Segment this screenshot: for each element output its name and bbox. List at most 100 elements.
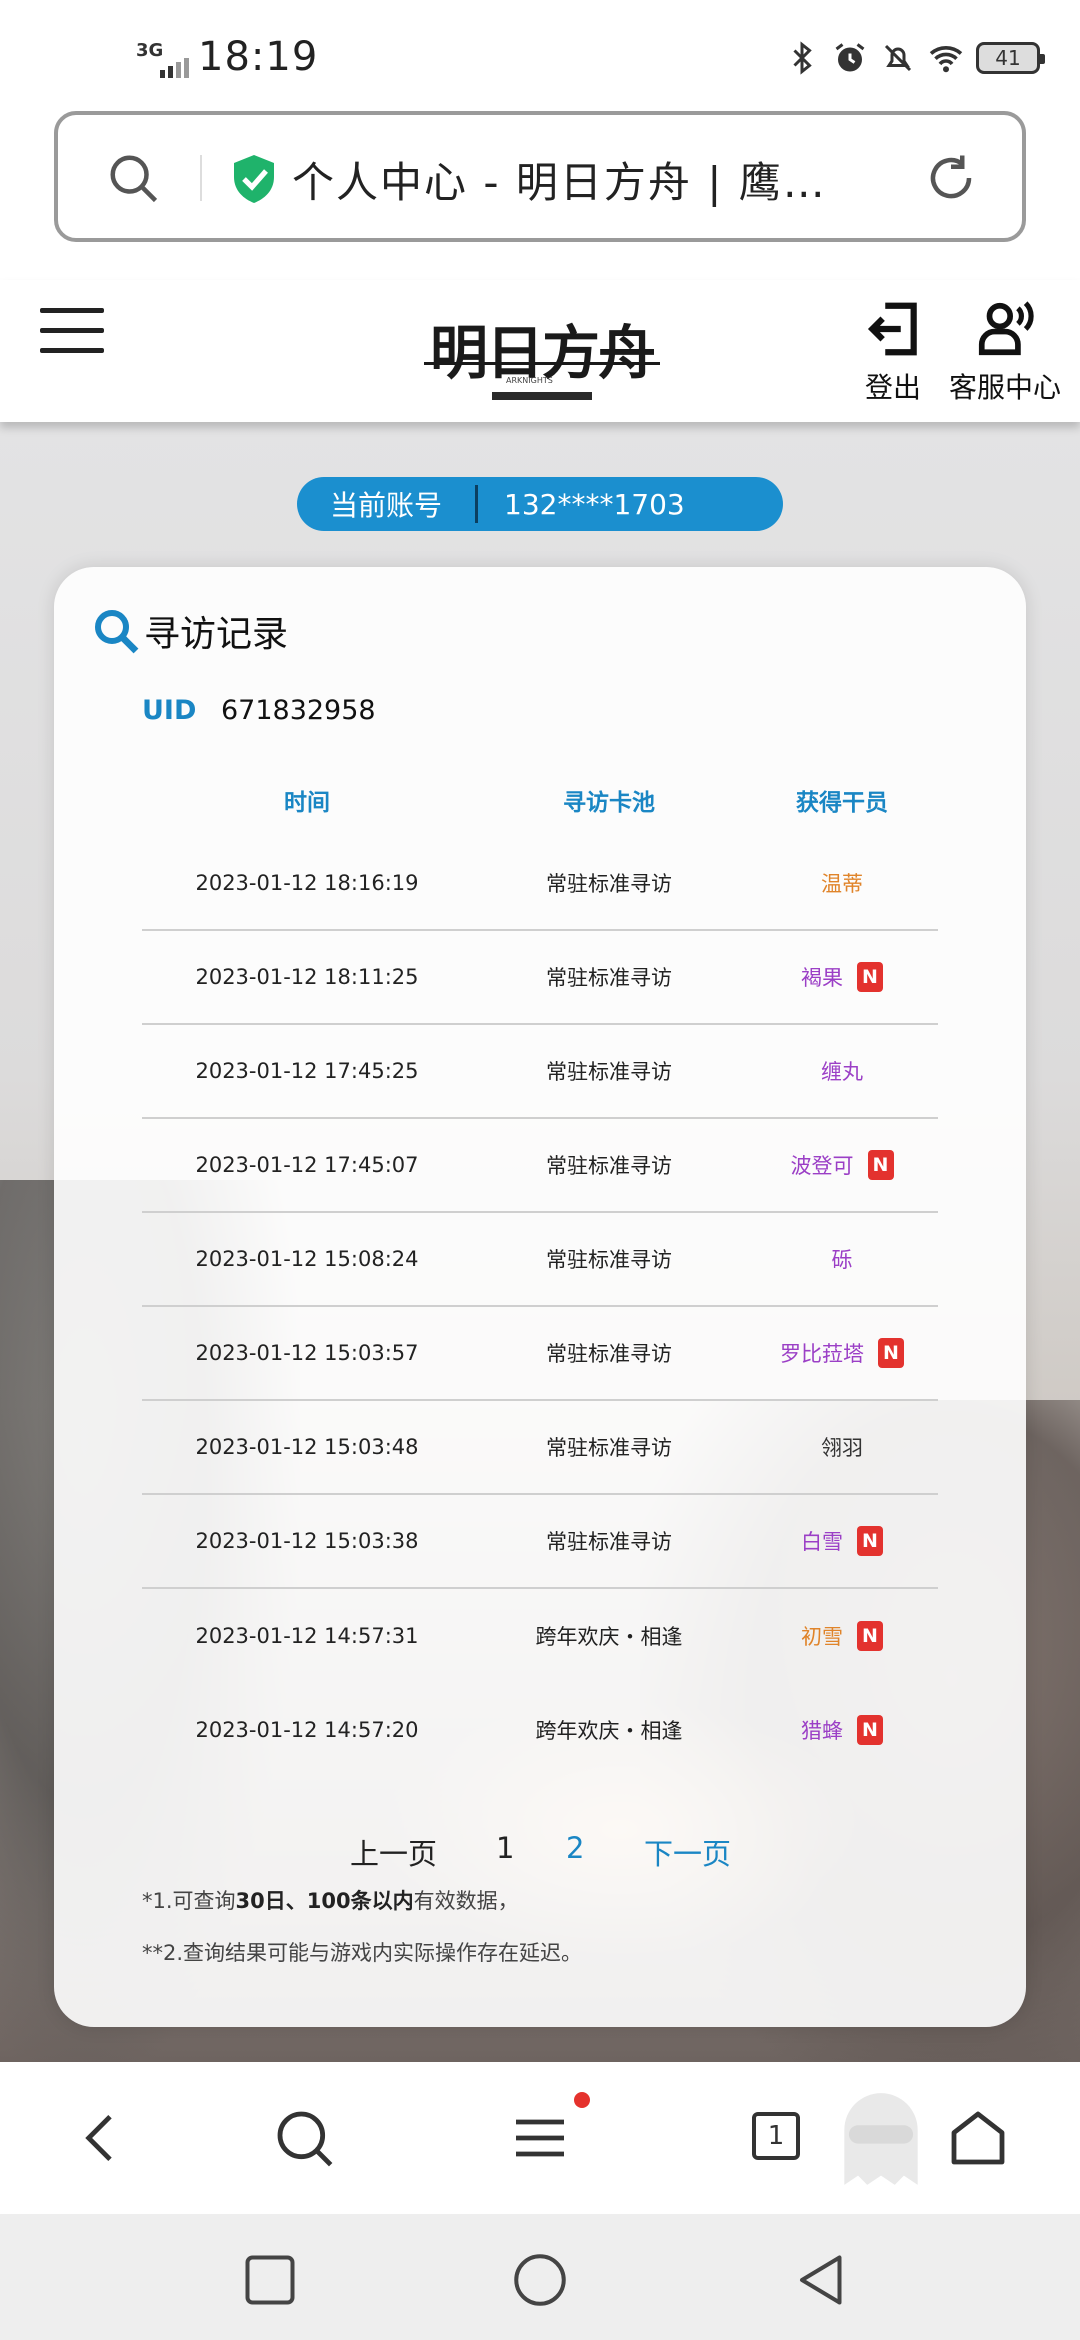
battery-level: 41: [995, 46, 1021, 70]
row-time: 2023-01-12 15:03:48: [195, 1435, 419, 1459]
row-operator-cell: 白雪 N: [746, 1526, 938, 1556]
signal-icon: [160, 58, 189, 78]
search-icon[interactable]: [272, 2106, 336, 2170]
mute-icon: [884, 44, 912, 72]
table-body: 2023-01-12 18:16:19 常驻标准寻访 温蒂 2023-01-12 1…: [142, 837, 938, 1777]
row-time: 2023-01-12 15:03:38: [195, 1529, 419, 1553]
row-pool: 常驻标准寻访: [546, 1530, 672, 1554]
tabs-button[interactable]: 1: [752, 2112, 800, 2160]
home-icon[interactable]: [946, 2106, 1010, 2170]
pagination: 上一页 1 2 下一页: [54, 1821, 1026, 1877]
wifi-icon: [929, 46, 963, 73]
operator-name: 猎蜂: [801, 1719, 843, 1743]
table-row: 2023-01-12 18:11:25 常驻标准寻访 褐果 N: [142, 931, 938, 1025]
row-operator-cell: 猎蜂 N: [746, 1715, 938, 1745]
row-time: 2023-01-12 17:45:07: [195, 1153, 419, 1177]
back-icon[interactable]: [70, 2106, 134, 2170]
logout-button[interactable]: 登出: [862, 298, 924, 406]
row-time: 2023-01-12 15:08:24: [195, 1247, 419, 1271]
row-pool: 常驻标准寻访: [546, 1060, 672, 1084]
page-title[interactable]: 个人中心 - 明日方舟 | 鹰…: [292, 149, 827, 210]
account-label: 当前账号: [329, 489, 442, 522]
table-row: 2023-01-12 14:57:31 跨年欢庆・相逢 初雪 N: [142, 1589, 938, 1683]
system-nav-bar: [0, 2214, 1080, 2340]
logo-subtext: ARKNIGHTS: [506, 376, 553, 385]
reload-icon[interactable]: [924, 151, 978, 205]
row-time: 2023-01-12 15:03:57: [195, 1341, 419, 1365]
card-title: 寻访记录: [92, 605, 288, 657]
bluetooth-icon: [793, 41, 812, 75]
ghost-mascot-icon: [844, 2093, 918, 2185]
records-title: 寻访记录: [144, 614, 289, 655]
logout-label: 登出: [864, 371, 921, 404]
table-row: 2023-01-12 15:03:48 常驻标准寻访 翎羽: [142, 1401, 938, 1495]
customer-service-icon: [978, 301, 1034, 356]
row-time: 2023-01-12 14:57:20: [195, 1718, 419, 1742]
customer-service-label: 客服中心: [948, 371, 1061, 404]
divider: [200, 155, 202, 201]
logo-bar: [492, 392, 592, 400]
page-1-button[interactable]: 1: [496, 1831, 514, 1865]
column-header-pool: 寻访卡池: [563, 790, 655, 816]
shield-check-icon: [234, 155, 274, 203]
note-1-bold: 30日、100条以内: [235, 1889, 414, 1913]
table-row: 2023-01-12 15:03:57 常驻标准寻访 罗比菈塔 N: [142, 1307, 938, 1401]
operator-name: 温蒂: [821, 872, 863, 896]
alarm-icon: [835, 43, 865, 72]
new-operator-badge: N: [857, 1526, 883, 1556]
back-triangle-icon[interactable]: [792, 2250, 852, 2310]
recents-icon[interactable]: [240, 2250, 300, 2310]
account-value: 132****1703: [504, 487, 685, 521]
arknights-logo[interactable]: 明日方舟 ARKNIGHTS: [424, 300, 660, 412]
current-account-badge: 当前账号 132****1703: [297, 477, 783, 531]
table-row: 2023-01-12 17:45:07 常驻标准寻访 波登可 N: [142, 1119, 938, 1213]
gacha-records-card: 寻访记录 UID 671832958 时间 寻访卡池 获得干员 2023-01-…: [54, 567, 1026, 2027]
status-icons: 41: [784, 36, 1045, 80]
page-2-button[interactable]: 2: [566, 1831, 584, 1865]
notification-dot: [574, 2092, 590, 2108]
row-pool: 常驻标准寻访: [546, 1248, 672, 1272]
row-pool: 跨年欢庆・相逢: [535, 1719, 683, 1743]
row-pool: 常驻标准寻访: [546, 872, 672, 896]
hamburger-menu-icon[interactable]: [40, 308, 104, 358]
operator-name: 白雪: [801, 1530, 843, 1554]
note-1-prefix: *1.可查询: [142, 1889, 236, 1913]
row-pool: 常驻标准寻访: [546, 1436, 672, 1460]
address-bar[interactable]: 个人中心 - 明日方舟 | 鹰…: [54, 111, 1026, 242]
operator-name: 缠丸: [821, 1060, 863, 1084]
row-pool: 常驻标准寻访: [546, 1342, 672, 1366]
operator-name: 褐果: [801, 966, 843, 990]
menu-icon[interactable]: [508, 2106, 572, 2170]
row-time: 2023-01-12 17:45:25: [195, 1059, 419, 1083]
operator-name: 砾: [831, 1248, 853, 1272]
battery-icon: 41: [976, 42, 1045, 74]
new-operator-badge: N: [857, 1621, 883, 1651]
records-table: 时间 寻访卡池 获得干员 2023-01-12 18:16:19 常驻标准寻访 温蒂…: [142, 763, 938, 1777]
table-row: 2023-01-12 15:03:38 常驻标准寻访 白雪 N: [142, 1495, 938, 1589]
new-operator-badge: N: [857, 1715, 883, 1745]
row-operator-cell: 缠丸: [746, 1056, 938, 1086]
table-header: 时间 寻访卡池 获得干员: [142, 763, 938, 837]
row-pool: 常驻标准寻访: [546, 966, 672, 990]
prev-page-button[interactable]: 上一页: [350, 1831, 437, 1873]
row-operator-cell: 翎羽: [746, 1432, 938, 1462]
row-operator-cell: 波登可 N: [746, 1150, 938, 1180]
search-icon[interactable]: [106, 151, 160, 205]
clock: 18:19: [198, 34, 319, 80]
search-icon: [95, 610, 139, 654]
row-operator-cell: 温蒂: [746, 868, 938, 898]
row-operator-cell: 罗比菈塔 N: [746, 1338, 938, 1368]
row-time: 2023-01-12 14:57:31: [195, 1624, 419, 1648]
row-operator-cell: 初雪 N: [746, 1621, 938, 1651]
operator-name: 波登可: [790, 1154, 854, 1178]
logo-line: [424, 362, 660, 365]
next-page-button[interactable]: 下一页: [644, 1831, 731, 1873]
home-circle-icon[interactable]: [510, 2250, 570, 2310]
table-row: 2023-01-12 17:45:25 常驻标准寻访 缠丸: [142, 1025, 938, 1119]
browser-toolbar: 1: [0, 2062, 1080, 2214]
site-header: 明日方舟 ARKNIGHTS 登出 客服中心: [0, 280, 1080, 422]
operator-name: 初雪: [801, 1625, 843, 1649]
note-2: **2.查询结果可能与游戏内实际操作存在延迟。: [142, 1941, 583, 1965]
status-bar: 3G 18:19 41: [0, 0, 1080, 110]
customer-service-button[interactable]: 客服中心: [944, 298, 1066, 406]
